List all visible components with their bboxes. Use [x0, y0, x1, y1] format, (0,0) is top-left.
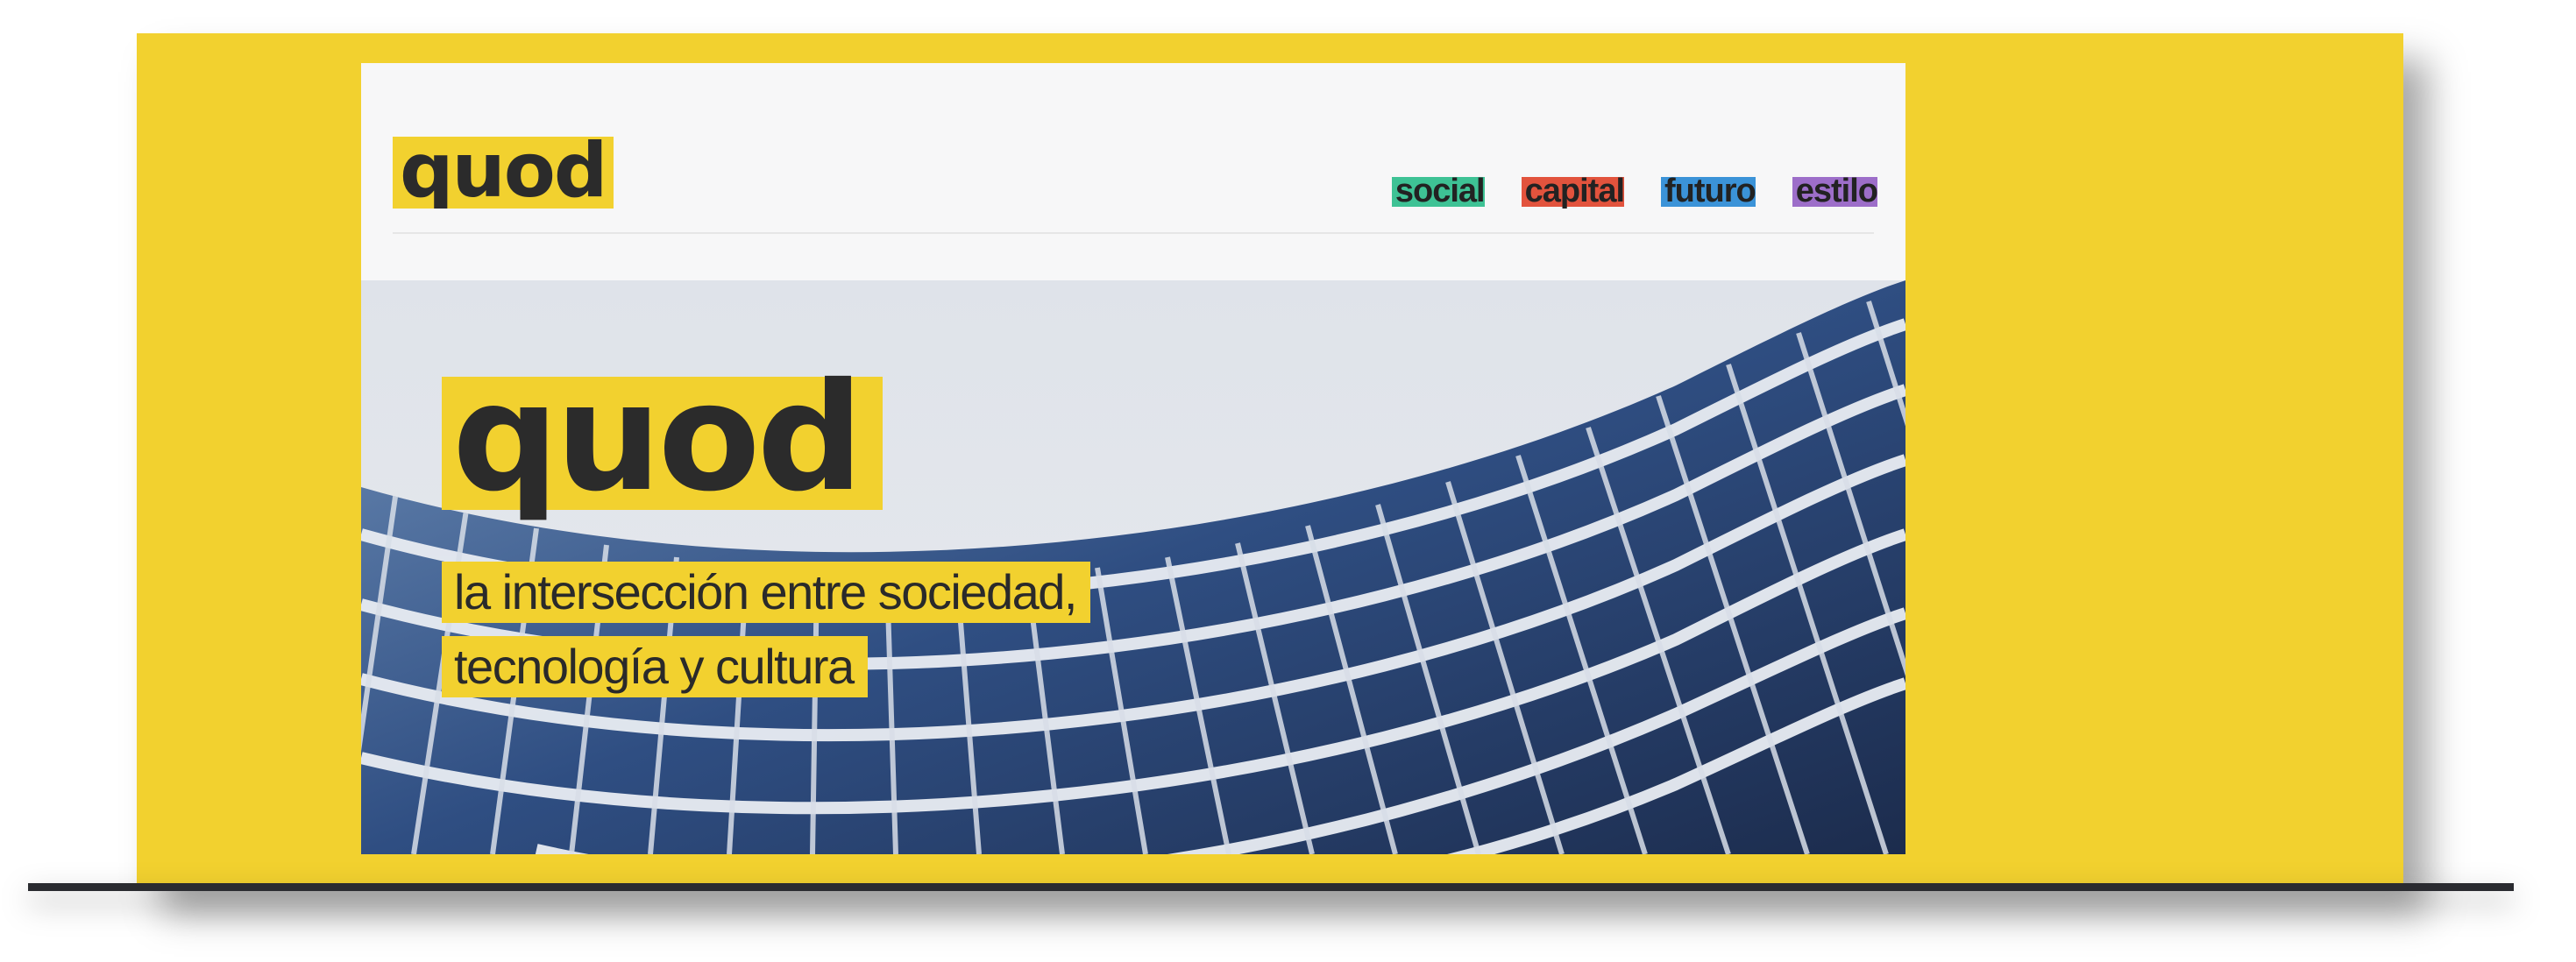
hero-logo-text: quod — [452, 357, 860, 525]
header-logo-text: quod — [400, 131, 606, 209]
site-header: quod social capital futuro estilo — [361, 63, 1905, 280]
nav-item-futuro[interactable]: futuro — [1661, 173, 1759, 209]
header-logo[interactable]: quod — [393, 131, 614, 209]
nav-item-capital[interactable]: capital — [1521, 173, 1628, 209]
hero-tagline: la intersección entre sociedad, tecnolog… — [442, 557, 1090, 706]
hero-logo: quod — [442, 357, 883, 525]
tagline-line-2: tecnología y cultura — [442, 636, 868, 697]
hero-banner: quod la intersección entre sociedad, tec… — [361, 280, 1905, 854]
device-base — [28, 883, 2514, 891]
nav-item-estilo[interactable]: estilo — [1792, 173, 1881, 209]
header-divider — [393, 232, 1874, 234]
nav-item-social[interactable]: social — [1391, 173, 1488, 209]
tagline-line-1: la intersección entre sociedad, — [442, 562, 1090, 623]
main-nav: social capital futuro estilo — [1391, 173, 1881, 209]
website-frame: quod social capital futuro estilo quod l… — [361, 63, 1905, 854]
